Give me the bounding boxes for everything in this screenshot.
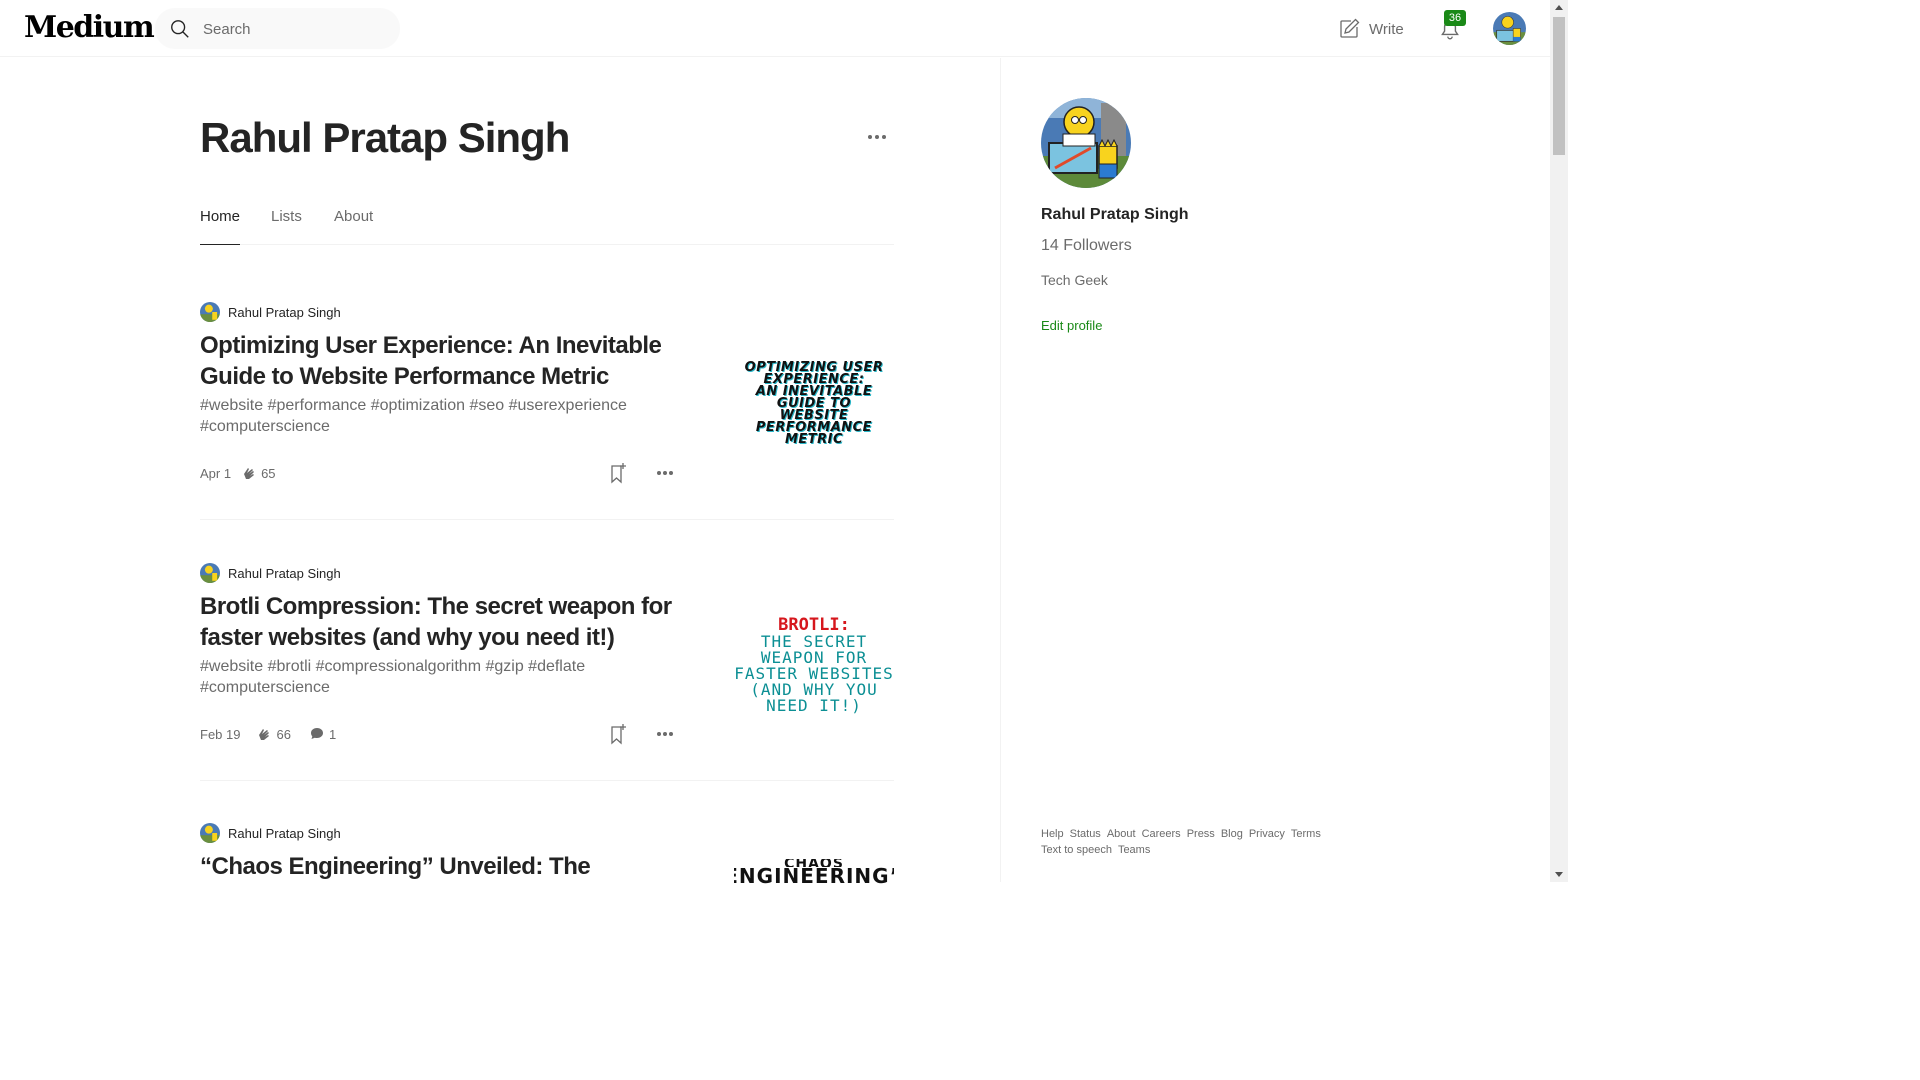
article-author[interactable]: Rahul Pratap Singh [200,563,341,583]
search-icon [171,20,189,38]
author-avatar [200,563,220,583]
article-thumbnail[interactable]: OPTIMIZING USER EXPERIENCE: AN INEVITABL… [734,350,894,457]
thumbnail-text-line: NEED IT!) [766,695,862,715]
profile-bio: Tech Geek [1041,272,1108,288]
footer-link-press[interactable]: Press [1187,828,1215,840]
author-avatar [200,302,220,322]
article-title[interactable]: “Chaos Engineering” Unveiled: The [200,851,680,882]
write-icon [1340,18,1360,38]
profile-sidebar: Rahul Pratap Singh 14 Followers Tech Gee… [1041,58,1441,882]
comment-icon [310,728,323,739]
article-date: Feb 19 [200,726,241,742]
article-date: Apr 1 [200,465,232,481]
scroll-up-arrow-icon[interactable] [1555,5,1563,10]
article-more-options-icon[interactable] [656,729,674,739]
article-author[interactable]: Rahul Pratap Singh [200,823,341,843]
article-meta: Feb 19 66 1 [200,726,336,742]
footer-link-status[interactable]: Status [1070,828,1101,840]
footer-link-terms[interactable]: Terms [1291,828,1321,840]
profile-more-options-icon[interactable] [866,130,888,144]
followers-count[interactable]: 14 Followers [1041,237,1132,255]
tab-lists[interactable]: Lists [271,208,302,245]
notification-count-badge: 36 [1444,10,1466,26]
clap-icon [244,468,255,479]
footer-link-help[interactable]: Help [1041,828,1064,840]
article-title[interactable]: Brotli Compression: The secret weapon fo… [200,591,680,653]
thumbnail-text-line: WEBSITE PERFORMANCE [755,407,873,435]
article-more-options-icon[interactable] [656,468,674,478]
thumbnail-text-line: BROTLI: [778,614,850,635]
page-scrollbar[interactable] [1550,0,1568,882]
article-subtitle[interactable]: #website #brotli #compressionalgorithm #… [200,656,680,698]
sidebar-divider [1000,58,1001,882]
article-subtitle[interactable]: #website #performance #optimization #seo… [200,395,680,437]
thumbnail-text-line: AN INEVITABLE GUIDE TO [755,383,873,411]
comments-count[interactable]: 1 [309,726,336,742]
article-author[interactable]: Rahul Pratap Singh [200,302,341,322]
search-box[interactable] [155,8,400,49]
article-divider [200,519,894,520]
author-name: Rahul Pratap Singh [228,825,341,841]
profile-tabs: Home Lists About [200,208,894,245]
thumbnail-text-line: ENGINEERING” [734,864,894,885]
footer-link-about[interactable]: About [1107,828,1136,840]
clap-icon [259,729,270,740]
article-thumbnail[interactable]: BROTLI: THE SECRET WEAPON FOR FASTER WEB… [734,611,894,718]
page-title: Rahul Pratap Singh [200,114,570,161]
user-avatar[interactable] [1493,12,1526,45]
scroll-down-arrow-icon[interactable] [1555,872,1563,877]
search-input[interactable] [203,18,383,40]
tab-home[interactable]: Home [200,208,241,245]
footer-link-privacy[interactable]: Privacy [1249,828,1285,840]
top-navigation-bar: Medium Write 36 [0,0,1550,57]
footer-link-teams[interactable]: Teams [1118,844,1150,856]
footer-link-blog[interactable]: Blog [1221,828,1243,840]
article-thumbnail[interactable]: CHAOS ENGINEERING” [734,841,894,885]
edit-profile-link[interactable]: Edit profile [1041,318,1102,333]
bookmark-add-icon[interactable] [608,723,628,745]
scrollbar-thumb[interactable] [1553,17,1565,155]
author-name: Rahul Pratap Singh [228,304,341,320]
author-avatar [200,823,220,843]
profile-avatar[interactable] [1041,98,1131,188]
claps-count[interactable]: 65 [241,465,276,481]
author-name: Rahul Pratap Singh [228,565,341,581]
write-button[interactable]: Write [1337,16,1404,42]
footer-links: Help Status About Careers Press Blog Privacy Te… [1041,826,1341,858]
footer-link-text-to-speech[interactable]: Text to speech [1041,844,1112,856]
article-divider [200,780,894,781]
tab-about[interactable]: About [334,208,373,245]
write-label: Write [1369,20,1404,38]
claps-count[interactable]: 66 [256,726,291,742]
article-meta: Apr 1 65 [200,465,276,481]
sidebar-profile-name[interactable]: Rahul Pratap Singh [1041,206,1189,224]
footer-link-careers[interactable]: Careers [1142,828,1181,840]
article-title[interactable]: Optimizing User Experience: An Inevitabl… [200,330,680,392]
medium-logo[interactable]: Medium [24,10,155,45]
bookmark-add-icon[interactable] [608,462,628,484]
thumbnail-text-line: METRIC [784,431,844,447]
